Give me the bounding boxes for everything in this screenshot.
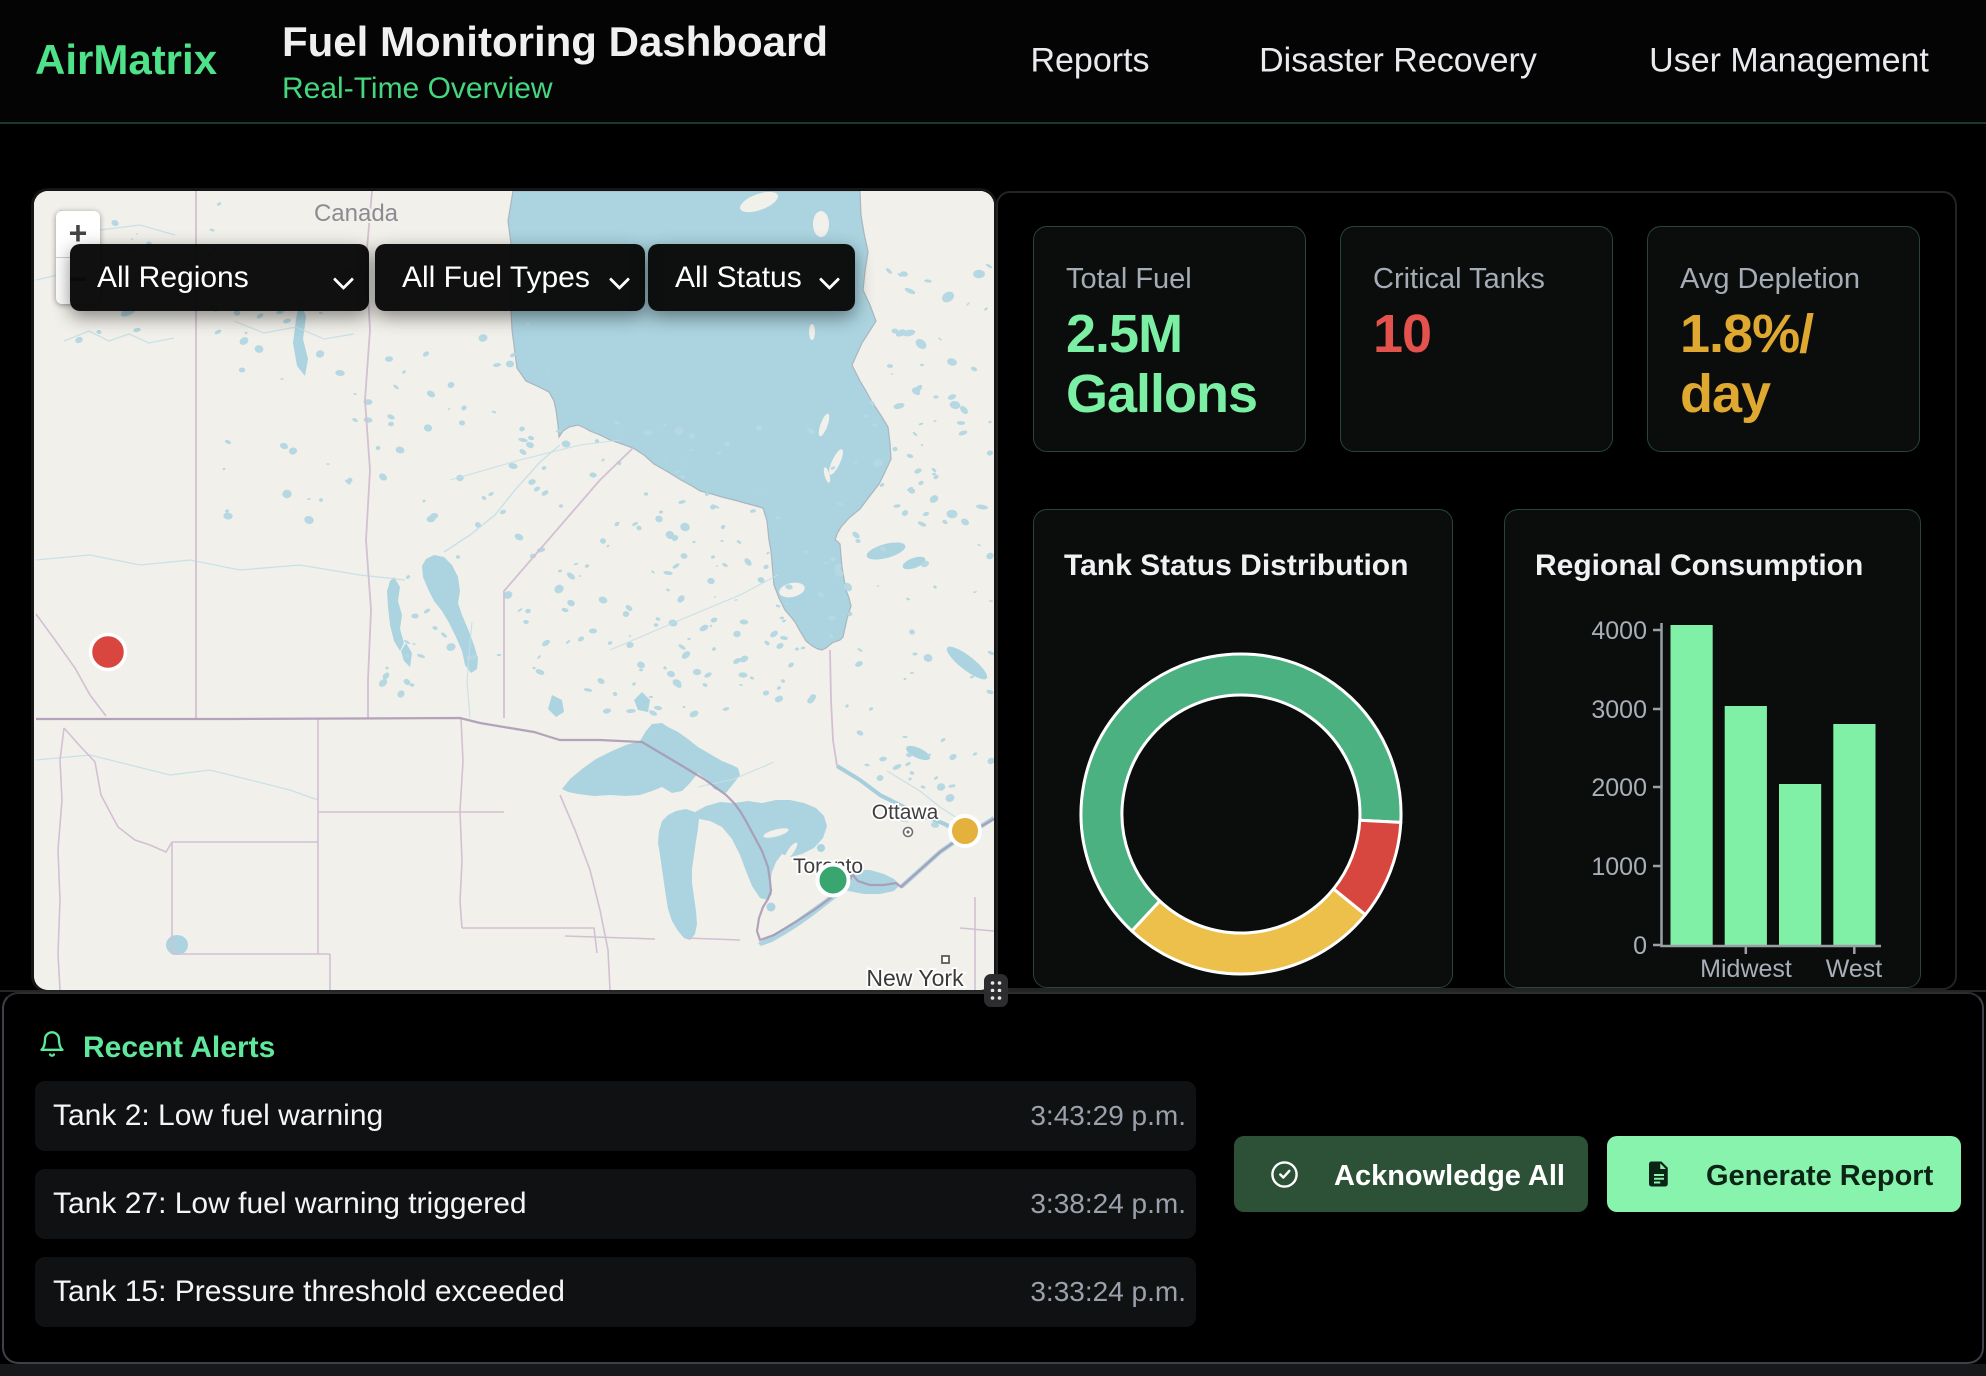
svg-text:Ottawa: Ottawa xyxy=(872,801,939,824)
svg-text:4000: 4000 xyxy=(1591,617,1647,645)
svg-text:Midwest: Midwest xyxy=(1700,955,1792,983)
svg-text:Canada: Canada xyxy=(314,200,399,227)
svg-text:West: West xyxy=(1826,955,1883,983)
svg-text:0: 0 xyxy=(1633,932,1647,960)
svg-text:1000: 1000 xyxy=(1591,853,1647,881)
svg-text:New York: New York xyxy=(866,965,964,990)
svg-text:3000: 3000 xyxy=(1591,696,1647,724)
svg-text:2000: 2000 xyxy=(1591,774,1647,802)
